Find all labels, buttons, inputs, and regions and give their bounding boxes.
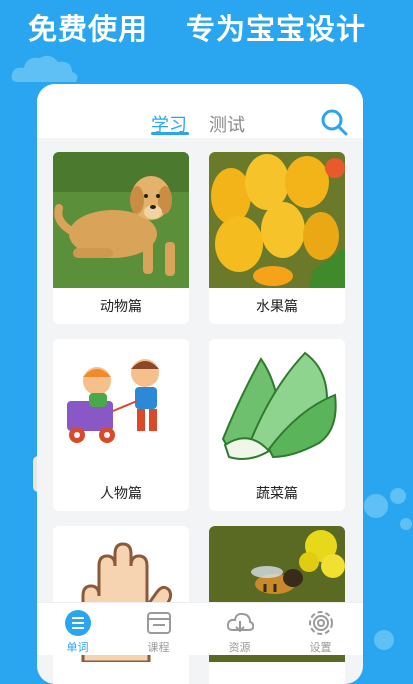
category-card-fruits[interactable]: 水果篇 xyxy=(209,152,345,324)
mango-image xyxy=(209,152,345,288)
card-label: 动物篇 xyxy=(100,299,142,315)
gear-icon xyxy=(309,611,333,635)
nav-item-courses[interactable]: 课程 xyxy=(118,603,199,655)
banner-left-text: 免费使用 xyxy=(28,12,149,46)
nav-label: 资源 xyxy=(228,641,251,654)
active-tab-indicator xyxy=(151,132,189,135)
card-label: 水果篇 xyxy=(256,299,298,315)
bottom-navigation: 单词 课程 资源 设置 xyxy=(37,602,363,655)
card-label: 蔬菜篇 xyxy=(256,486,298,502)
category-card-animals[interactable]: 动物篇 xyxy=(53,152,189,324)
kids-cartoon-image xyxy=(53,339,189,475)
tab-test[interactable]: 测试 xyxy=(209,111,245,137)
banner-right-text: 专为宝宝设计 xyxy=(186,12,367,46)
cloud-decoration-icon xyxy=(11,55,78,82)
category-card-people[interactable]: 人物篇 xyxy=(53,339,189,511)
card-label: 人物篇 xyxy=(100,486,142,502)
dog-image xyxy=(53,152,189,288)
bok-choy-image xyxy=(209,339,345,475)
search-icon[interactable] xyxy=(320,108,348,136)
nav-label: 设置 xyxy=(309,641,332,654)
nav-label: 单词 xyxy=(66,641,89,654)
cloud-icon xyxy=(226,612,254,633)
app-screen: 学习 测试 动物篇 水果篇 人物篇 蔬菜篇 单词 课程 资源 设置 xyxy=(37,84,363,684)
list-icon xyxy=(65,610,91,636)
top-tab-bar: 学习 测试 xyxy=(37,84,363,138)
nav-item-words[interactable]: 单词 xyxy=(37,603,118,655)
nav-item-settings[interactable]: 设置 xyxy=(280,603,361,655)
category-card-vegetables[interactable]: 蔬菜篇 xyxy=(209,339,345,511)
nav-item-resources[interactable]: 资源 xyxy=(199,603,280,655)
course-icon xyxy=(147,612,171,634)
nav-label: 课程 xyxy=(147,641,170,654)
